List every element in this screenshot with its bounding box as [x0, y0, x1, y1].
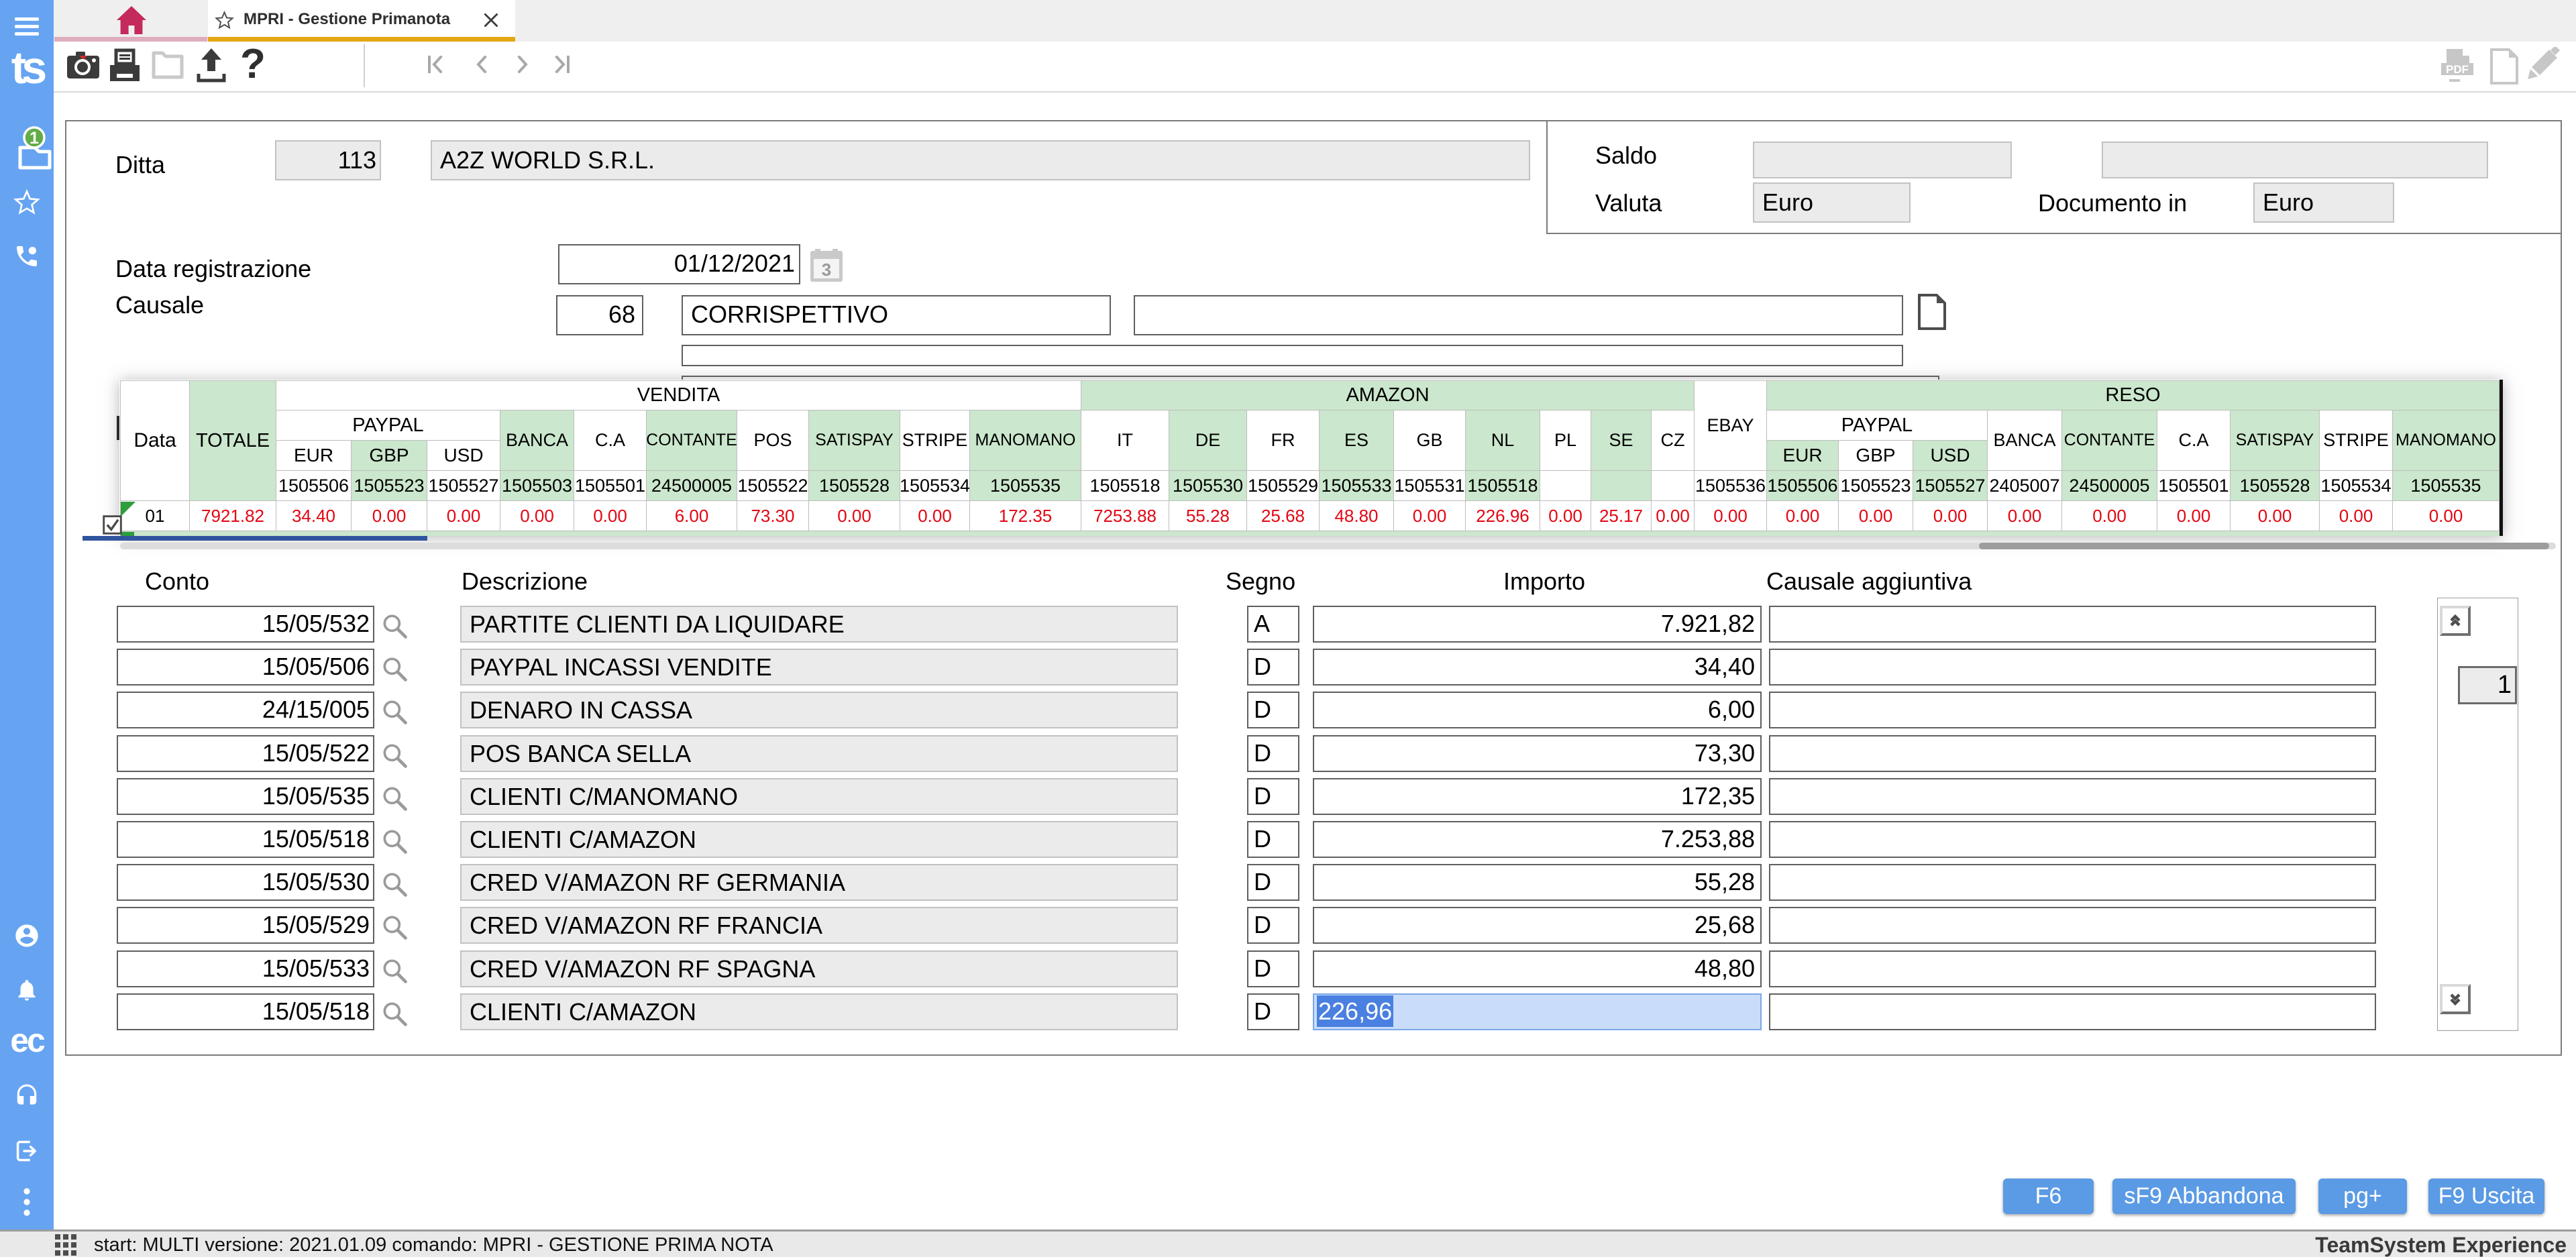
- svg-text:3: 3: [822, 260, 831, 280]
- svg-text:PDF: PDF: [2446, 63, 2469, 76]
- svg-text:1: 1: [30, 129, 39, 148]
